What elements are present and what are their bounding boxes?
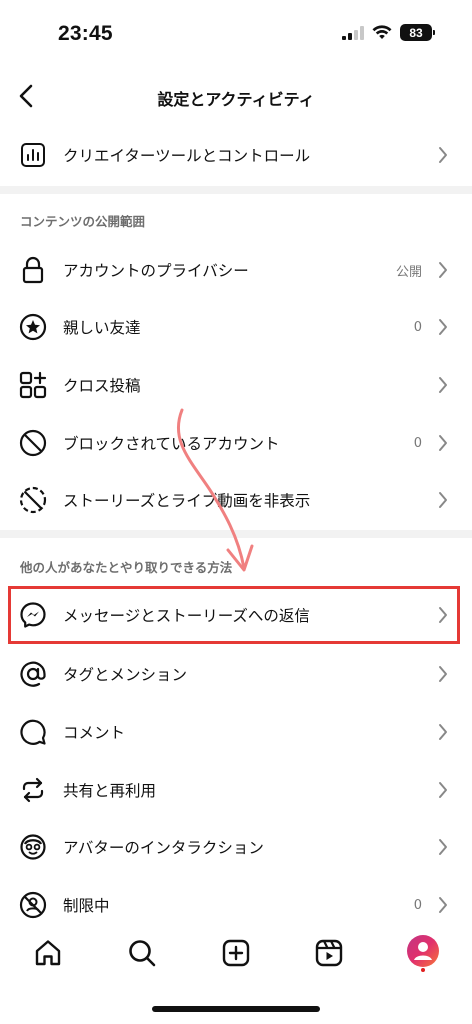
grid-plus-icon [18, 370, 48, 400]
settings-item-creator-tools[interactable]: クリエイターツールとコントロール [0, 126, 472, 184]
status-bar: 23:45 83 [0, 0, 472, 62]
section-header-interactions: 他の人があなたとやり取りできる方法 [20, 560, 233, 575]
bottom-tab-bar [0, 920, 472, 986]
chevron-right-icon [436, 895, 450, 915]
tab-home[interactable] [31, 936, 65, 970]
settings-item-account-privacy[interactable]: アカウントのプライバシー 公開 [0, 241, 472, 299]
battery-indicator: 83 [400, 24, 435, 41]
create-icon [222, 939, 250, 967]
settings-item-label: 共有と再利用 [63, 782, 157, 800]
settings-item-tags-mentions[interactable]: タグとメンション [0, 645, 472, 703]
settings-item-value: 0 [413, 897, 422, 913]
chevron-right-icon [436, 664, 450, 684]
wifi-icon [372, 25, 392, 39]
bar-chart-icon [18, 140, 48, 170]
block-icon [18, 428, 48, 458]
settings-item-label: アバターのインタラクション [63, 839, 264, 857]
settings-item-sharing-reuse[interactable]: 共有と再利用 [0, 761, 472, 819]
section-header-content-visibility: コンテンツの公開範囲 [20, 214, 146, 229]
settings-item-cross-posting[interactable]: クロス投稿 [0, 356, 472, 414]
home-icon [35, 940, 61, 966]
profile-icon [407, 935, 439, 972]
chevron-right-icon [436, 145, 450, 165]
settings-item-value: 0 [413, 435, 422, 451]
settings-item-label: 親しい友達 [63, 319, 141, 337]
battery-level: 83 [409, 25, 423, 40]
chevron-right-icon [436, 490, 450, 510]
settings-item-avatar-interactions[interactable]: アバターのインタラクション [0, 818, 472, 876]
star-circle-icon [18, 312, 48, 342]
cellular-signal-icon [342, 25, 364, 40]
settings-item-label: アカウントのプライバシー [63, 262, 249, 280]
lock-icon [18, 255, 48, 285]
status-time: 23:45 [58, 22, 113, 45]
chevron-right-icon [436, 433, 450, 453]
chevron-right-icon [436, 722, 450, 742]
tab-search[interactable] [125, 936, 159, 970]
settings-item-hide-story-live[interactable]: ストーリーズとライブ動画を非表示 [0, 471, 472, 529]
nav-header: 設定とアクティビティ [0, 68, 472, 124]
home-indicator [152, 1006, 320, 1012]
avatar-face-icon [18, 832, 48, 862]
settings-item-label: クロス投稿 [63, 377, 141, 395]
comment-icon [18, 717, 48, 747]
reels-icon [315, 939, 343, 967]
settings-item-label: クリエイターツールとコントロール [63, 147, 311, 165]
settings-item-value: 公開 [395, 264, 422, 280]
restricted-user-icon [18, 890, 48, 920]
settings-item-label: ストーリーズとライブ動画を非表示 [63, 492, 311, 510]
settings-item-comments[interactable]: コメント [0, 703, 472, 761]
tab-create[interactable] [219, 936, 253, 970]
chevron-right-icon [436, 260, 450, 280]
chevron-right-icon [436, 375, 450, 395]
settings-item-label: コメント [63, 724, 126, 742]
settings-item-close-friends[interactable]: 親しい友達 0 [0, 298, 472, 356]
section-divider [0, 530, 472, 538]
repost-icon [18, 775, 48, 805]
settings-item-label: 制限中 [63, 897, 110, 915]
chevron-right-icon [436, 317, 450, 337]
at-sign-icon [18, 659, 48, 689]
section-divider [0, 186, 472, 194]
settings-item-blocked-accounts[interactable]: ブロックされているアカウント 0 [0, 414, 472, 472]
chevron-right-icon [436, 837, 450, 857]
tab-profile[interactable] [406, 935, 440, 972]
highlight-box [8, 586, 460, 644]
search-icon [129, 940, 156, 967]
settings-item-label: タグとメンション [63, 666, 188, 684]
tab-reels[interactable] [312, 936, 346, 970]
story-hidden-icon [18, 485, 48, 515]
settings-item-value: 0 [413, 319, 422, 335]
settings-item-label: ブロックされているアカウント [63, 435, 280, 453]
chevron-right-icon [436, 780, 450, 800]
status-icons: 83 [342, 24, 435, 41]
page-title: 設定とアクティビティ [157, 90, 315, 109]
